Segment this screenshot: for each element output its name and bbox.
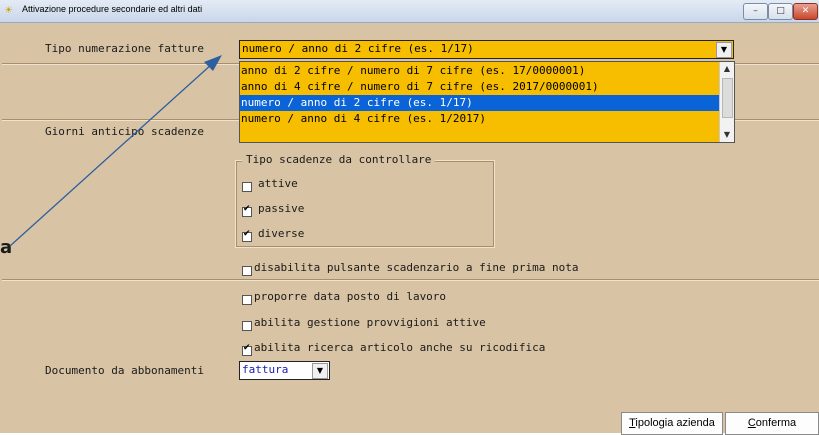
app-window: ☀ Attivazione procedure secondarie ed al… [0,0,819,435]
annotation-arrow [9,55,222,247]
